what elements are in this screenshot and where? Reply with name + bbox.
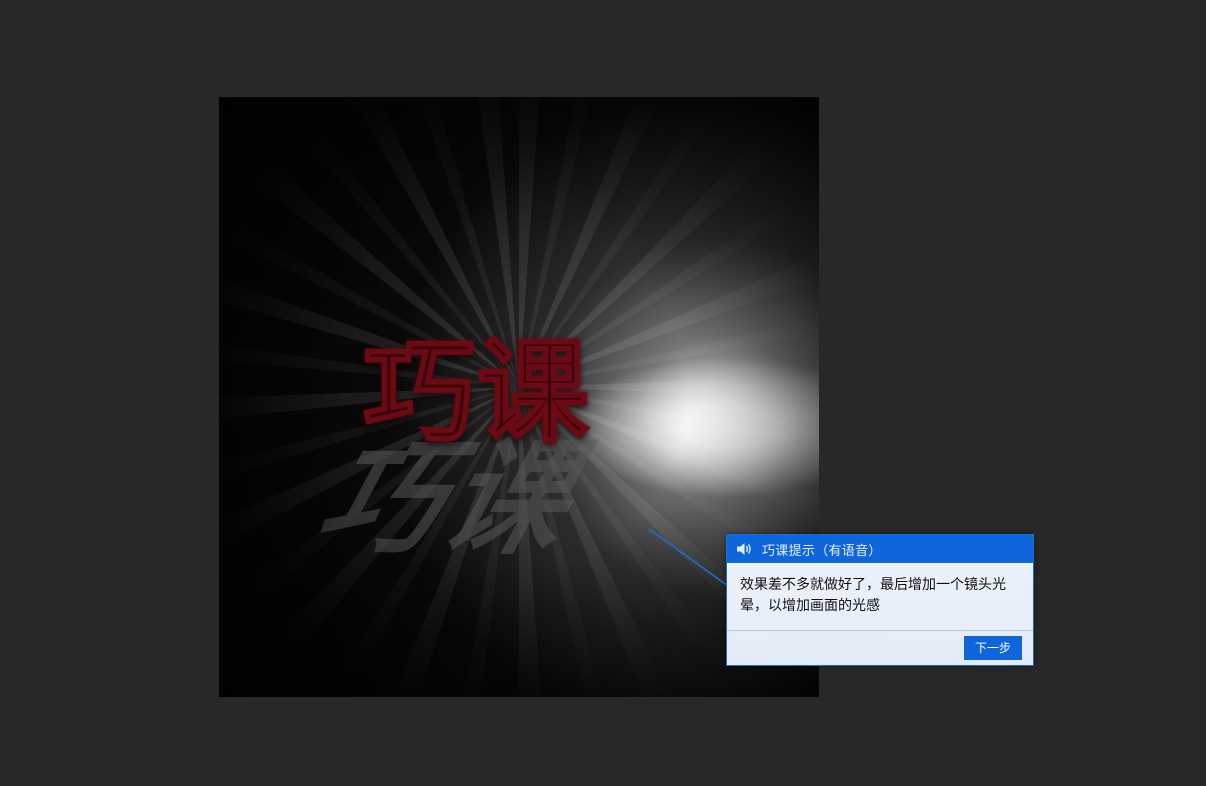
tip-title: 巧课提示（有语音）: [762, 543, 882, 559]
workspace: 巧课 巧课 巧课提示（有语音） 效果差不多就做好了，最后增加一个镜头光晕，以增加…: [0, 0, 1206, 786]
tip-dialog: 巧课提示（有语音） 效果差不多就做好了，最后增加一个镜头光晕，以增加画面的光感 …: [726, 534, 1034, 666]
speaker-icon[interactable]: [736, 542, 752, 556]
next-step-button[interactable]: 下一步: [964, 636, 1022, 660]
tip-message: 效果差不多就做好了，最后增加一个镜头光晕，以增加画面的光感: [727, 563, 1033, 631]
tip-header: 巧课提示（有语音）: [727, 535, 1033, 563]
tip-footer: 下一步: [727, 631, 1033, 665]
